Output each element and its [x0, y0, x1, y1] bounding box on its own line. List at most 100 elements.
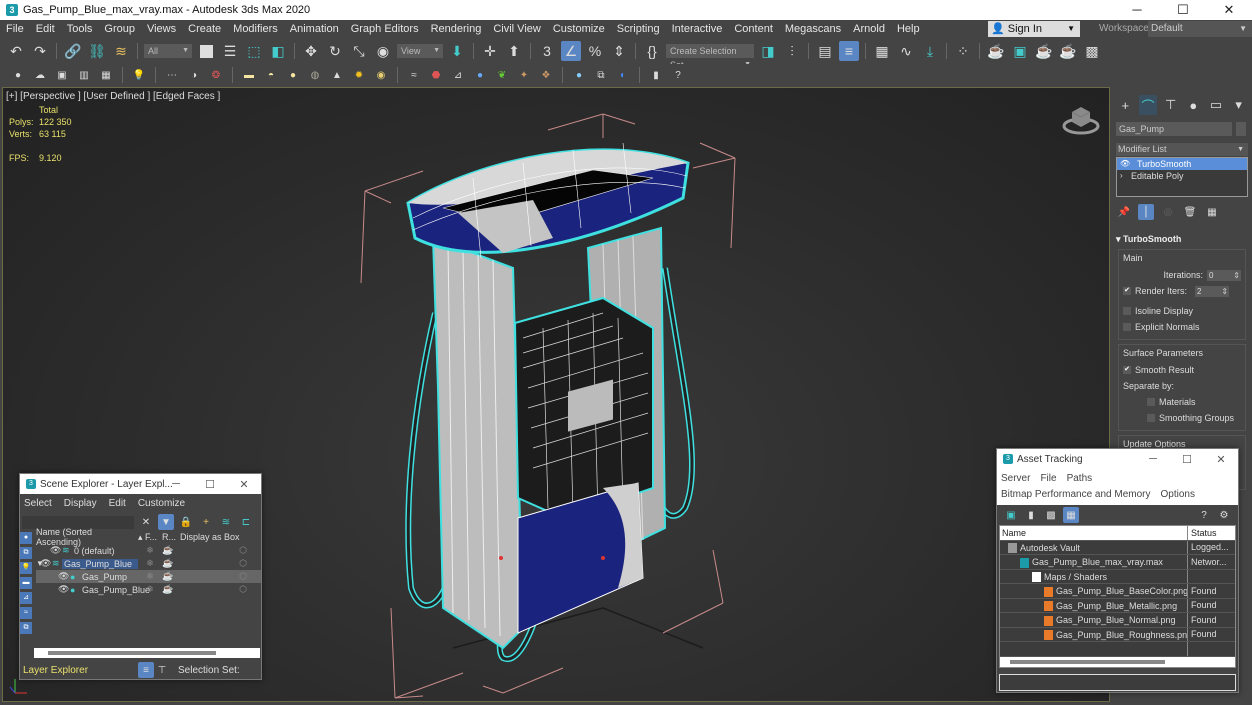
menu-modifiers[interactable]: Modifiers	[227, 20, 284, 38]
geometry-filter-icon[interactable]: ●	[20, 532, 32, 544]
menu-edit[interactable]: Edit	[30, 20, 61, 38]
asset-row[interactable]: Gas_Pump_Blue_Metallic.png Found	[1000, 598, 1235, 613]
render-setup-icon[interactable]: ☕	[986, 41, 1006, 61]
render-gallery-icon[interactable]: ▩	[1082, 41, 1102, 61]
visibility-eye-icon[interactable]: 👁	[58, 571, 70, 582]
hierarchy-icon[interactable]: ⊏	[238, 514, 254, 530]
lights-filter-icon[interactable]: 💡	[20, 562, 32, 574]
freeze-icon[interactable]: ❄	[138, 571, 162, 582]
filter-icon[interactable]: ▼	[158, 514, 174, 530]
freeze-icon[interactable]: ❄	[138, 558, 162, 569]
vray-plane-icon[interactable]: ⊿	[450, 67, 466, 83]
scale-icon[interactable]: ⤡	[349, 41, 369, 61]
sphere-light-icon[interactable]: ●	[285, 67, 301, 83]
toggle-scene-explorer-icon[interactable]: ▤	[815, 41, 835, 61]
at-menu-file[interactable]: File	[1040, 471, 1056, 487]
redo-icon[interactable]: ↷	[30, 41, 50, 61]
create-tab-icon[interactable]: +	[1116, 95, 1135, 115]
render-production-icon[interactable]: ☕	[1034, 41, 1054, 61]
add-to-layer-icon[interactable]: ≋	[218, 514, 234, 530]
ambient-light-icon[interactable]: ◉	[373, 67, 389, 83]
column-display-as-box[interactable]: Display as Box	[180, 532, 240, 542]
column-frozen[interactable]: ▴ F...	[138, 532, 162, 543]
utilities-tab-icon[interactable]: ▾	[1229, 95, 1248, 115]
minimize-button[interactable]: ─	[1136, 453, 1170, 466]
se-menu-select[interactable]: Select	[24, 496, 52, 512]
percent-snap-icon[interactable]: %	[585, 41, 605, 61]
file-icon[interactable]: ▮	[1023, 507, 1039, 523]
asset-row[interactable]: Maps / Shaders	[1000, 569, 1235, 584]
vray-proxy-icon[interactable]: ⬣	[428, 67, 444, 83]
menu-rendering[interactable]: Rendering	[425, 20, 488, 38]
at-menu-paths[interactable]: Paths	[1067, 471, 1093, 487]
window-crossing-icon[interactable]: ◧	[268, 41, 288, 61]
select-by-name-icon[interactable]: ☰	[220, 41, 240, 61]
render-iters-checkbox[interactable]: ✔	[1123, 287, 1131, 295]
isoline-display-checkbox[interactable]	[1123, 307, 1131, 315]
display-as-box-icon[interactable]: ⬡	[180, 558, 261, 569]
vray-sphere-material-icon[interactable]: ●	[571, 67, 587, 83]
selection-set-dropdown[interactable]: Create Selection Set▼	[666, 44, 754, 70]
image-icon[interactable]: ▩	[1043, 507, 1059, 523]
display-as-box-icon[interactable]: ⬡	[180, 545, 261, 556]
smooth-result-checkbox[interactable]: ✔	[1123, 366, 1131, 374]
close-button[interactable]: ✕	[1206, 0, 1252, 20]
display-tab-icon[interactable]: ▭	[1207, 95, 1226, 115]
placement-icon[interactable]: ◉	[373, 41, 393, 61]
spinner-snap-icon[interactable]: ⇕	[609, 41, 629, 61]
horizontal-scrollbar[interactable]	[34, 648, 260, 658]
dome-light-icon[interactable]: ◑	[186, 67, 202, 83]
menu-scripting[interactable]: Scripting	[611, 20, 666, 38]
explicit-normals-checkbox[interactable]	[1123, 323, 1131, 331]
plane-light-icon[interactable]: ▬	[241, 67, 257, 83]
keyboard-shortcut-override-icon[interactable]: ⬆	[504, 41, 524, 61]
scrollbar-thumb[interactable]	[1010, 659, 1165, 664]
bind-space-warp-icon[interactable]: ≋	[111, 41, 131, 61]
iterations-spinner[interactable]: 0	[1207, 269, 1241, 281]
mirror-icon[interactable]: ◨	[758, 41, 778, 61]
stack-item-turbosmooth[interactable]: 👁 TurboSmooth	[1117, 158, 1247, 170]
asset-row[interactable]: Gas_Pump_Blue_Normal.png Found	[1000, 613, 1235, 628]
menu-graph-editors[interactable]: Graph Editors	[345, 20, 425, 38]
se-menu-display[interactable]: Display	[64, 496, 97, 512]
layer-explorer-icon[interactable]: ≡	[138, 662, 154, 678]
renderable-teapot-icon[interactable]: ☕	[162, 571, 180, 582]
asset-row[interactable]: Gas_Pump_Blue_max_vray.max Networ...	[1000, 555, 1235, 570]
minimize-button[interactable]: ─	[159, 478, 193, 491]
select-manipulate-icon[interactable]: ✛	[480, 41, 500, 61]
lock-icon[interactable]: 🔒	[178, 514, 194, 530]
turbosmooth-rollout-header[interactable]: ▾ TurboSmooth	[1116, 234, 1248, 245]
smoothing-groups-checkbox[interactable]	[1147, 414, 1155, 422]
hierarchy-tab-icon[interactable]: ⊤	[1161, 95, 1180, 115]
unlink-icon[interactable]: ⛓	[87, 41, 107, 61]
visibility-eye-icon[interactable]: 👁	[40, 558, 52, 569]
light-lister-icon[interactable]: 💡	[131, 67, 147, 83]
maximize-button[interactable]: ☐	[1160, 0, 1206, 20]
vray-fur-icon[interactable]: ≈	[406, 67, 422, 83]
mesh-light-icon[interactable]: ◍	[307, 67, 323, 83]
expand-arrow-icon[interactable]: ›	[1120, 170, 1123, 182]
asset-row[interactable]: Gas_Pump_Blue_Roughness.png Found	[1000, 627, 1235, 642]
ies-light-icon[interactable]: ▲	[329, 67, 345, 83]
make-unique-icon[interactable]: ◎	[1160, 204, 1176, 220]
material-editor-icon[interactable]: ⁘	[953, 41, 973, 61]
rotate-icon[interactable]: ↻	[325, 41, 345, 61]
scene-tree-row[interactable]: 👁 ≋ 0 (default) ❄ ☕ ⬡	[36, 544, 261, 557]
freeze-icon[interactable]: ❄	[138, 584, 162, 595]
column-status[interactable]: Status	[1188, 526, 1217, 540]
asset-tracking-titlebar[interactable]: 3 Asset Tracking ─ ☐ ✕	[997, 449, 1238, 469]
curve-editor-icon[interactable]: ∿	[896, 41, 916, 61]
clear-search-icon[interactable]: ✕	[138, 514, 154, 530]
cameras-filter-icon[interactable]: ▬	[20, 577, 32, 589]
menu-create[interactable]: Create	[182, 20, 227, 38]
scene-tree-row[interactable]: 👁 ● Gas_Pump_Blue ❄ ☕ ⬡	[36, 583, 261, 596]
menu-civil-view[interactable]: Civil View	[487, 20, 546, 38]
column-renderable[interactable]: R...	[162, 532, 180, 542]
scene-hierarchy-icon[interactable]: ⊤	[154, 662, 170, 678]
pivot-center-icon[interactable]: ⬇	[447, 41, 467, 61]
move-icon[interactable]: ✥	[301, 41, 321, 61]
spacewarps-filter-icon[interactable]: ≈	[20, 607, 32, 619]
rectangular-selection-icon[interactable]: ⬚	[244, 41, 264, 61]
remove-modifier-icon[interactable]: 🗑	[1182, 204, 1198, 220]
renderable-teapot-icon[interactable]: ☕	[162, 584, 180, 595]
